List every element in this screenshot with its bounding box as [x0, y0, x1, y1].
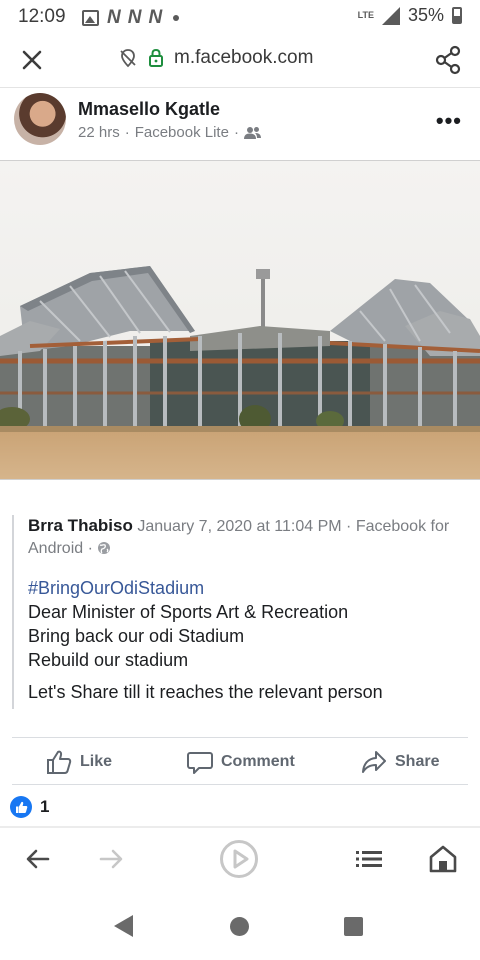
like-icon: [47, 750, 72, 774]
signal-icon: [381, 6, 400, 25]
meta-separator: ·: [83, 540, 98, 557]
notification-icons: N N N: [82, 7, 180, 29]
url-display[interactable]: m.facebook.com: [118, 47, 313, 69]
like-label: Like: [80, 753, 113, 770]
dot-icon: [173, 15, 180, 21]
network-type: LTE: [357, 10, 374, 20]
battery-percent: 35%: [407, 5, 444, 25]
lock-icon: [149, 48, 163, 67]
post-time[interactable]: 22 hrs: [78, 124, 120, 141]
system-recents-icon[interactable]: [344, 917, 363, 936]
meta-separator: ·: [233, 124, 239, 141]
n-notification-icon: N: [127, 7, 142, 28]
post-text-closing: Let's Share till it reaches the relevant…: [28, 682, 383, 702]
image-icon: [82, 10, 99, 26]
url-text: m.facebook.com: [174, 47, 314, 68]
globe-icon: [98, 542, 111, 554]
shared-post-header: Brra Thabiso January 7, 2020 at 11:04 PM…: [28, 515, 468, 560]
system-navigation-bar: [0, 890, 480, 960]
system-home-icon[interactable]: [230, 917, 249, 936]
post-text-line: Rebuild our stadium: [28, 650, 189, 670]
post-text-line: Bring back our odi Stadium: [28, 626, 245, 646]
avatar[interactable]: [14, 93, 66, 145]
shared-post: Brra Thabiso January 7, 2020 at 11:04 PM…: [12, 515, 468, 709]
shared-post-author[interactable]: Brra Thabiso: [28, 516, 133, 535]
comment-label: Comment: [221, 753, 295, 770]
custom-tab-toolbar: m.facebook.com: [0, 32, 480, 88]
share-arrow-icon: [362, 751, 386, 773]
list-icon[interactable]: [352, 842, 386, 876]
share-button[interactable]: Share: [361, 749, 439, 775]
home-icon[interactable]: [426, 842, 460, 876]
system-indicators: LTE 35%: [358, 5, 462, 26]
browser-toolbar: [0, 828, 480, 890]
play-icon[interactable]: [219, 839, 259, 879]
post-source: Facebook Lite: [134, 124, 229, 141]
location-off-icon: [120, 49, 136, 68]
battery-icon: [452, 7, 462, 24]
post-header: Mmasello Kgatle 22 hrs · Facebook Lite ·…: [0, 88, 480, 160]
post-author[interactable]: Mmasello Kgatle: [78, 99, 220, 120]
hashtag-link[interactable]: #BringOurOdiStadium: [28, 576, 468, 600]
post-action-bar: Like Comment Share: [12, 737, 468, 785]
n-notification-icon: N: [148, 7, 162, 28]
comment-button[interactable]: Comment: [187, 749, 295, 775]
like-reaction-icon: [10, 796, 32, 818]
share-icon[interactable]: [434, 45, 462, 75]
like-button[interactable]: Like: [46, 749, 112, 775]
stadium-photo: [0, 161, 480, 479]
shared-post-timestamp[interactable]: January 7, 2020 at 11:04 PM: [137, 518, 341, 535]
system-back-icon[interactable]: [114, 915, 133, 937]
post-photo[interactable]: [0, 160, 480, 480]
post-text-line: Dear Minister of Sports Art & Recreation: [28, 602, 349, 622]
shared-post-text: #BringOurOdiStadium Dear Minister of Spo…: [28, 576, 468, 704]
meta-separator: ·: [124, 124, 130, 141]
forward-arrow-icon[interactable]: [94, 842, 128, 876]
n-notification-icon: N: [107, 7, 121, 28]
back-arrow-icon[interactable]: [21, 842, 55, 876]
post-meta: 22 hrs · Facebook Lite ·: [78, 124, 262, 141]
comment-icon: [187, 752, 213, 774]
friends-icon: [243, 126, 261, 139]
share-label: Share: [395, 753, 440, 770]
more-options-button[interactable]: •••: [436, 108, 462, 134]
status-time: 12:09: [18, 6, 66, 27]
reaction-count: 1: [40, 797, 50, 816]
status-bar: 12:09 N N N LTE 35%: [0, 0, 480, 32]
meta-separator: ·: [341, 518, 356, 535]
close-icon[interactable]: [18, 46, 46, 74]
reaction-summary[interactable]: 1: [10, 796, 49, 818]
